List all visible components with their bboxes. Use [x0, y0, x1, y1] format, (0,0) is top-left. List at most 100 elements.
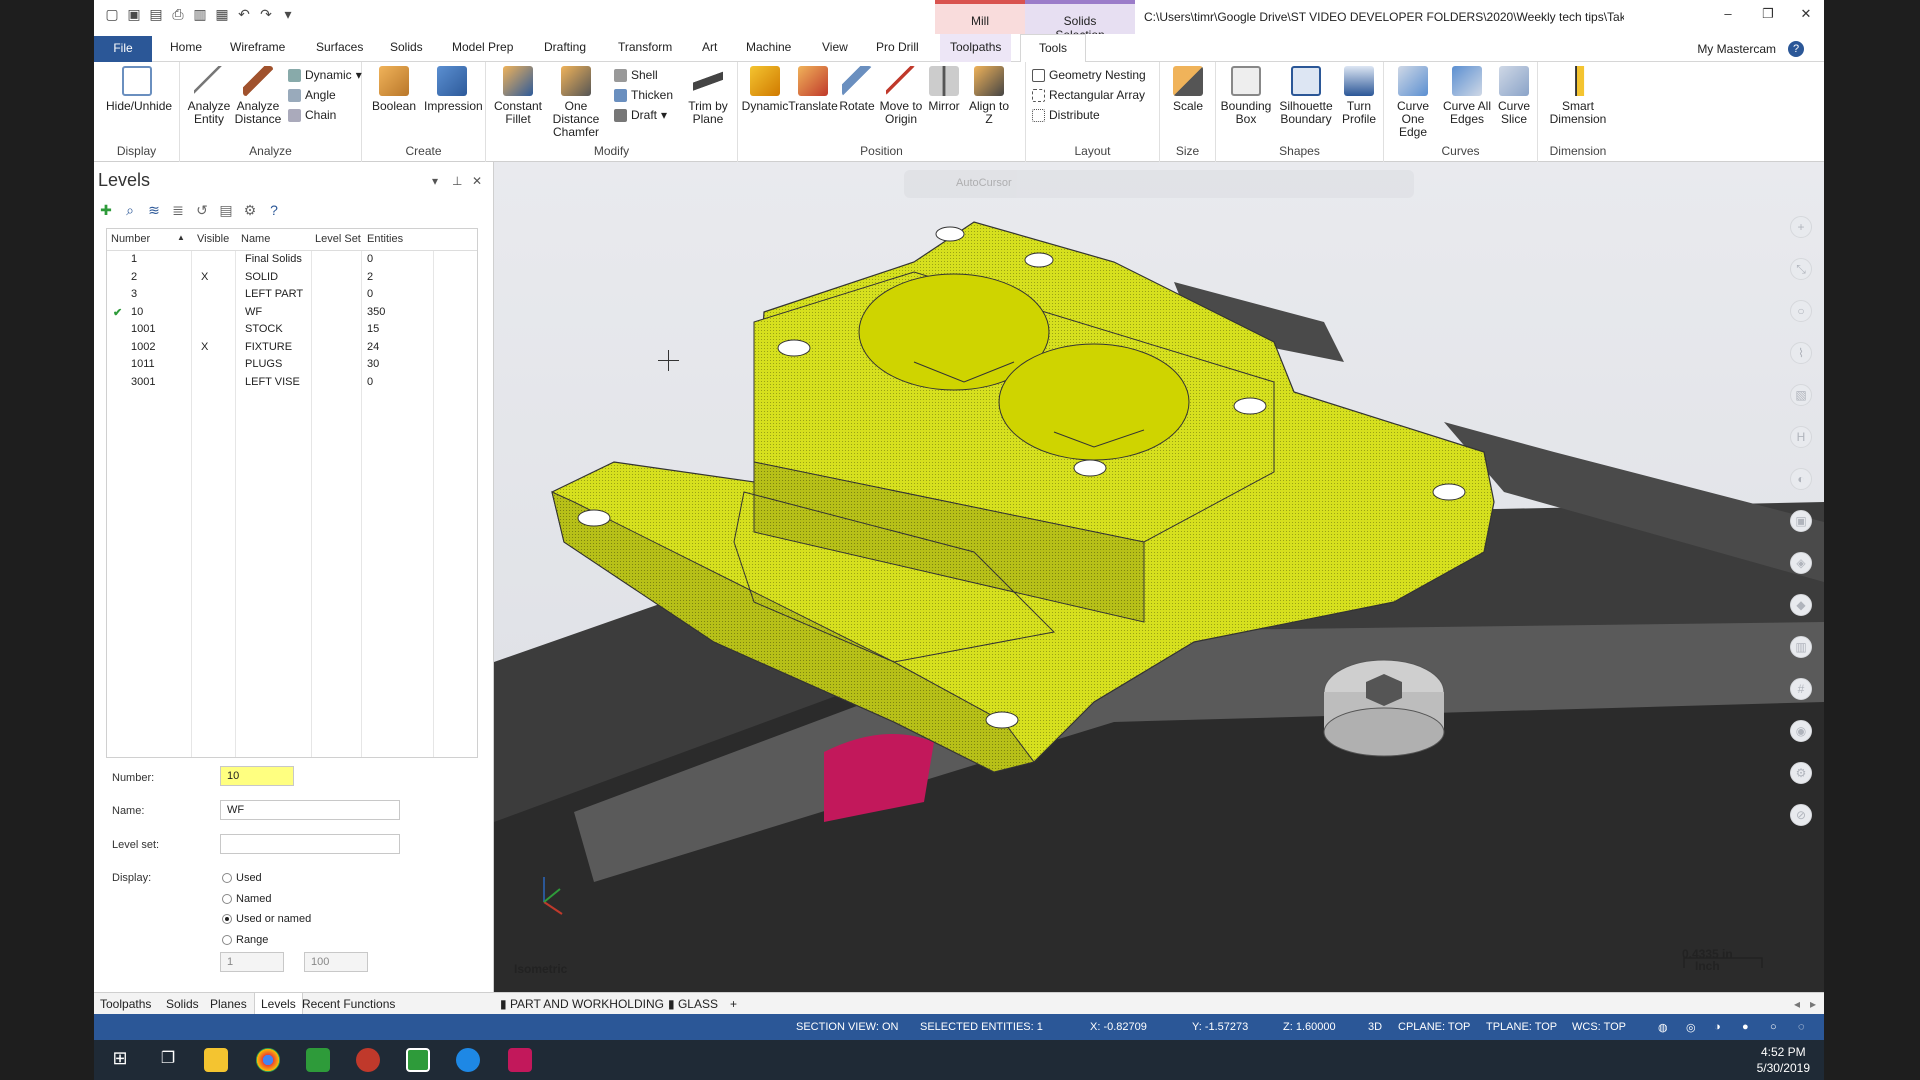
- display-option-used-or-named[interactable]: Used or named: [222, 913, 311, 925]
- dynamic-xform-button[interactable]: Dynamic: [740, 66, 790, 113]
- viewsheet-glass[interactable]: ▮ GLASS: [668, 997, 718, 1011]
- number-field[interactable]: 10: [220, 766, 294, 786]
- bottom-tab-solids[interactable]: Solids: [166, 997, 199, 1011]
- section-view-status[interactable]: SECTION VIEW: ON: [796, 1021, 898, 1033]
- viewcube-color-icon[interactable]: ◆: [1790, 594, 1812, 616]
- viewsheet-part-and-workholding[interactable]: ▮ PART AND WORKHOLDING: [500, 997, 664, 1011]
- level-row[interactable]: 1 Final Solids 0: [107, 251, 477, 268]
- tab-art[interactable]: Art: [702, 40, 717, 54]
- scale-button[interactable]: Scale: [1160, 66, 1216, 113]
- add-viewsheet-button[interactable]: +: [730, 997, 737, 1011]
- display-option-named[interactable]: Named: [222, 893, 271, 905]
- curve-all-edges-button[interactable]: Curve All Edges: [1440, 66, 1494, 126]
- analyze-angle-button[interactable]: Angle: [288, 86, 336, 104]
- viewcube-shade-icon[interactable]: ◐: [1790, 468, 1812, 490]
- align-to-z-button[interactable]: Align to Z: [964, 66, 1014, 126]
- level-row[interactable]: 3 LEFT PART 0: [107, 286, 477, 303]
- level-set-field[interactable]: [220, 834, 400, 854]
- bottom-tab-recent-functions[interactable]: Recent Functions: [302, 997, 395, 1011]
- column-header-entities[interactable]: Entities: [367, 233, 403, 245]
- rectangular-array-button[interactable]: Rectangular Array: [1032, 86, 1145, 104]
- level-row[interactable]: 2 X SOLID 2: [107, 269, 477, 286]
- task-view-icon[interactable]: ❐: [156, 1048, 180, 1072]
- restore-icon[interactable]: ❐: [1756, 6, 1780, 26]
- layers-icon[interactable]: ≋: [146, 202, 162, 218]
- shell-button[interactable]: Shell: [614, 66, 658, 84]
- display-option-used[interactable]: Used: [222, 872, 262, 884]
- hide-unhide-button[interactable]: Hide/Unhide: [106, 66, 172, 113]
- refresh-levels-icon[interactable]: ↺: [194, 202, 210, 218]
- tab-surfaces[interactable]: Surfaces: [316, 40, 363, 54]
- viewcube-stop-icon[interactable]: ⊘: [1790, 804, 1812, 826]
- tab-home[interactable]: Home: [170, 40, 202, 54]
- viewcube-rotate-icon[interactable]: ○: [1790, 300, 1812, 322]
- print-preview-icon[interactable]: ▥: [192, 6, 208, 22]
- level-properties-icon[interactable]: ▤: [218, 202, 234, 218]
- print-icon[interactable]: ⎙: [170, 6, 186, 22]
- tab-solids[interactable]: Solids: [390, 40, 423, 54]
- find-level-icon[interactable]: ⌕: [122, 202, 138, 218]
- new-file-icon[interactable]: ▢: [104, 6, 120, 22]
- viewcube-gear-icon[interactable]: ⚙: [1790, 762, 1812, 784]
- close-icon[interactable]: ✕: [1794, 6, 1818, 26]
- globe-icon[interactable]: ◍: [1658, 1021, 1668, 1034]
- undo-icon[interactable]: ↶: [236, 6, 252, 22]
- context-tab-solids-selection[interactable]: Solids Selection: [1025, 0, 1135, 42]
- save-icon[interactable]: ▣: [126, 6, 142, 22]
- viewcube-pan-icon[interactable]: ⌇: [1790, 342, 1812, 364]
- autocursor-toolbar[interactable]: AutoCursor: [904, 170, 1414, 198]
- autocursor-label[interactable]: AutoCursor: [956, 177, 1012, 189]
- column-header-level-set[interactable]: Level Set: [315, 233, 361, 245]
- column-header-number[interactable]: Number: [111, 233, 150, 245]
- viewcube-grid-icon[interactable]: #: [1790, 678, 1812, 700]
- scroll-left-icon[interactable]: ◂: [1794, 997, 1800, 1011]
- viewcube-section-icon[interactable]: H: [1790, 426, 1812, 448]
- analyze-dynamic-button[interactable]: Dynamic ▾: [288, 66, 362, 84]
- onedrive-icon[interactable]: [456, 1048, 480, 1072]
- add-level-icon[interactable]: ✚: [98, 202, 114, 218]
- level-row[interactable]: 1002 X FIXTURE 24: [107, 339, 477, 356]
- level-visible-toggle[interactable]: X: [201, 271, 208, 283]
- bounding-box-button[interactable]: Bounding Box: [1218, 66, 1274, 126]
- translucency-icon[interactable]: ○: [1770, 1021, 1777, 1033]
- geometry-nesting-button[interactable]: Geometry Nesting: [1032, 66, 1146, 84]
- viewcube-fit-icon[interactable]: ⤡: [1790, 258, 1812, 280]
- tab-drafting[interactable]: Drafting: [544, 40, 586, 54]
- one-distance-chamfer-button[interactable]: One Distance Chamfer: [544, 66, 608, 139]
- level-row[interactable]: 3001 LEFT VISE 0: [107, 374, 477, 391]
- draft-button[interactable]: Draft ▾: [614, 106, 667, 124]
- constant-fillet-button[interactable]: Constant Fillet: [490, 66, 546, 126]
- open-icon[interactable]: ▤: [148, 6, 164, 22]
- curve-one-edge-button[interactable]: Curve One Edge: [1386, 66, 1440, 139]
- system-clock[interactable]: 4:52 PM 5/30/2019: [1757, 1044, 1810, 1076]
- bottom-tab-planes[interactable]: Planes: [210, 997, 247, 1011]
- context-tab-mill[interactable]: Mill: [935, 0, 1025, 34]
- camtasia-recorder-icon[interactable]: [406, 1048, 430, 1072]
- redo-icon[interactable]: ↷: [258, 6, 274, 22]
- tab-pro-drill[interactable]: Pro Drill: [876, 40, 919, 54]
- view-globe-icon[interactable]: ◎: [1686, 1021, 1696, 1034]
- impression-button[interactable]: Impression: [424, 66, 483, 113]
- 3d-model-scene[interactable]: [494, 162, 1824, 992]
- analyze-entity-button[interactable]: Analyze Entity: [184, 66, 234, 126]
- curve-slice-button[interactable]: Curve Slice: [1492, 66, 1536, 126]
- panel-close-icon[interactable]: ✕: [472, 174, 482, 188]
- level-row[interactable]: 1011 PLUGS 30: [107, 356, 477, 373]
- tab-tools[interactable]: Tools: [1020, 34, 1087, 63]
- viewcube-snap-icon[interactable]: ◉: [1790, 720, 1812, 742]
- display-option-range[interactable]: Range: [222, 934, 268, 946]
- cplane-status[interactable]: CPLANE: TOP: [1398, 1021, 1470, 1033]
- bottom-tab-levels[interactable]: Levels: [254, 993, 303, 1015]
- thicken-button[interactable]: Thicken: [614, 86, 673, 104]
- analyze-chain-button[interactable]: Chain: [288, 106, 336, 124]
- level-visible-toggle[interactable]: X: [201, 341, 208, 353]
- rotate-button[interactable]: Rotate: [834, 66, 880, 113]
- tplane-status[interactable]: TPLANE: TOP: [1486, 1021, 1557, 1033]
- tab-file[interactable]: File: [94, 36, 152, 62]
- panel-dropdown-icon[interactable]: ▾: [432, 174, 438, 188]
- windows-start-icon[interactable]: ⊞: [108, 1048, 132, 1072]
- viewcube-wire-icon[interactable]: ▣: [1790, 510, 1812, 532]
- tab-transform[interactable]: Transform: [618, 40, 672, 54]
- shading-icon[interactable]: ◑: [1714, 1021, 1721, 1033]
- analyze-distance-button[interactable]: Analyze Distance: [232, 66, 284, 126]
